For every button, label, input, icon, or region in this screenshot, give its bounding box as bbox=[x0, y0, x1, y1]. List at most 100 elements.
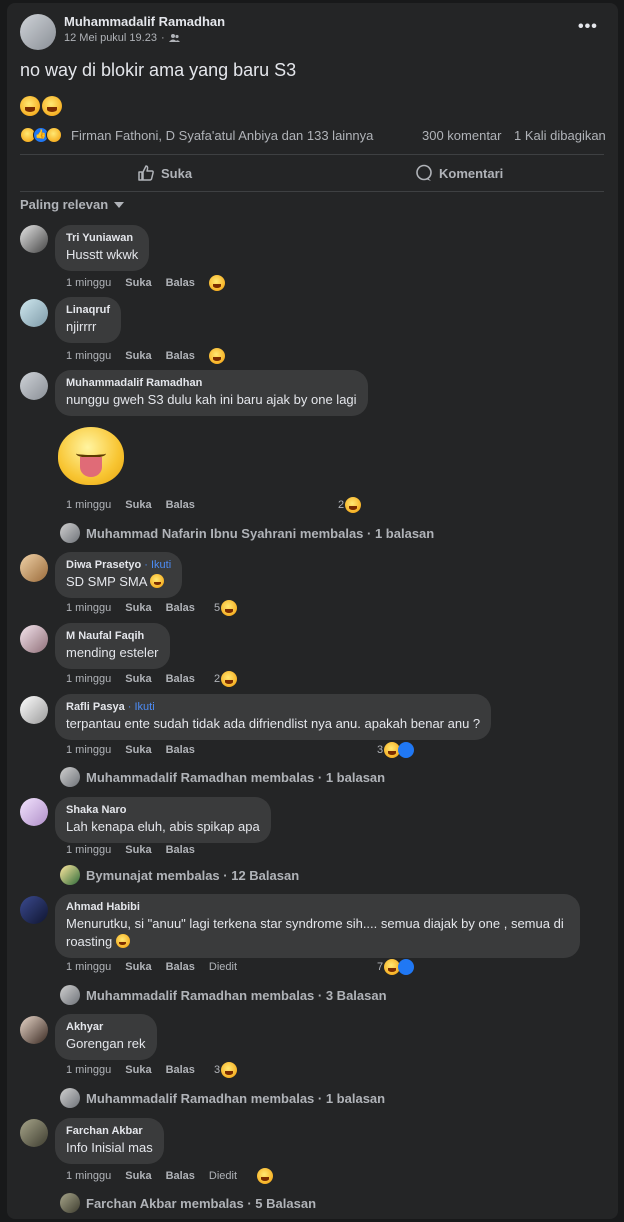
comment-like-button[interactable]: Suka bbox=[125, 1064, 151, 1076]
comment-time[interactable]: 1 minggu bbox=[66, 277, 111, 289]
commenter-avatar[interactable] bbox=[20, 1119, 48, 1147]
follow-link[interactable]: · Ikuti bbox=[125, 701, 155, 713]
haha-reaction-icon[interactable] bbox=[208, 348, 225, 364]
comment-reply-button[interactable]: Balas bbox=[166, 277, 195, 289]
commenter-avatar[interactable] bbox=[20, 798, 48, 826]
comment-reply-button[interactable]: Balas bbox=[166, 1170, 195, 1182]
comment-like-button[interactable]: Suka bbox=[125, 350, 151, 362]
commenter-avatar[interactable] bbox=[20, 1016, 48, 1044]
comment-time[interactable]: 1 minggu bbox=[66, 1064, 111, 1076]
comment-like-button[interactable]: Suka bbox=[125, 673, 151, 685]
comment-time[interactable]: 1 minggu bbox=[66, 1170, 111, 1182]
haha-reaction-icon[interactable] bbox=[257, 1168, 274, 1184]
replier-avatar bbox=[60, 1088, 80, 1108]
haha-reaction-icon[interactable] bbox=[208, 275, 225, 291]
view-replies-link[interactable]: Bymunajat membalas · 12 Balasan bbox=[60, 865, 299, 885]
view-replies-link[interactable]: Muhammadalif Ramadhan membalas · 1 balas… bbox=[60, 1088, 385, 1108]
comment-time[interactable]: 1 minggu bbox=[66, 602, 111, 614]
like-button[interactable]: Suka bbox=[137, 164, 192, 182]
rofl-emoji-icon bbox=[20, 96, 40, 116]
comment-like-button[interactable]: Suka bbox=[125, 1170, 151, 1182]
commenter-avatar[interactable] bbox=[20, 225, 48, 253]
commenter-name[interactable]: Farchan Akbar bbox=[66, 1125, 153, 1137]
view-replies-link[interactable]: Muhammad Nafarin Ibnu Syahrani membalas … bbox=[60, 523, 434, 543]
comment-reactions[interactable]: 3 bbox=[377, 742, 415, 758]
comment-reply-button[interactable]: Balas bbox=[166, 350, 195, 362]
comment-button[interactable]: Komentari bbox=[415, 164, 503, 182]
commenter-name[interactable]: Muhammadalif Ramadhan bbox=[66, 377, 357, 389]
commenter-avatar[interactable] bbox=[20, 696, 48, 724]
reactions-summary[interactable]: Firman Fathoni, D Syafa'atul Anbiya dan … bbox=[71, 128, 373, 143]
reaction-icons[interactable]: 👍 bbox=[20, 127, 72, 145]
comment-reactions[interactable]: 5 bbox=[214, 600, 238, 616]
comment-reply-button[interactable]: Balas bbox=[166, 844, 195, 856]
comment-time[interactable]: 1 minggu bbox=[66, 673, 111, 685]
comment-actions: 1 minggu Suka Balas bbox=[66, 1064, 195, 1076]
sort-dropdown[interactable]: Paling relevan bbox=[20, 197, 125, 212]
commenter-avatar[interactable] bbox=[20, 299, 48, 327]
comments-count[interactable]: 300 komentar bbox=[422, 128, 502, 143]
post-meta: 12 Mei pukul 19.23 · bbox=[64, 32, 180, 44]
view-replies-link[interactable]: Farchan Akbar membalas · 5 Balasan bbox=[60, 1193, 316, 1213]
comment-reactions[interactable]: 2 bbox=[214, 671, 238, 687]
comment-text: Lah kenapa eluh, abis spikap apa bbox=[66, 819, 260, 834]
comment-bubble: Tri Yuniawan Husstt wkwk bbox=[55, 225, 150, 271]
author-name[interactable]: Muhammadalif Ramadhan bbox=[64, 14, 225, 29]
comment-text: Husstt wkwk bbox=[66, 247, 139, 262]
commenter-name[interactable]: Ahmad Habibi bbox=[66, 901, 569, 913]
commenter-name[interactable]: Tri Yuniawan bbox=[66, 232, 138, 244]
commenter-name[interactable]: Shaka Naro bbox=[66, 804, 260, 816]
comment-reactions[interactable]: 3 bbox=[214, 1062, 238, 1078]
commenter-name[interactable]: Rafli Pasya bbox=[66, 701, 125, 713]
comment-bubble: Shaka Naro Lah kenapa eluh, abis spikap … bbox=[55, 797, 271, 843]
comment-like-button[interactable]: Suka bbox=[125, 744, 151, 756]
comment-time[interactable]: 1 minggu bbox=[66, 350, 111, 362]
replier-avatar bbox=[60, 1193, 80, 1213]
shares-count[interactable]: 1 Kali dibagikan bbox=[514, 128, 606, 143]
comment-label: Komentari bbox=[439, 165, 504, 181]
commenter-name[interactable]: Akhyar bbox=[66, 1021, 146, 1033]
comment-like-button[interactable]: Suka bbox=[125, 499, 151, 511]
commenter-name[interactable]: M Naufal Faqih bbox=[66, 630, 159, 642]
comment-like-button[interactable]: Suka bbox=[125, 277, 151, 289]
commenter-avatar[interactable] bbox=[20, 372, 48, 400]
comment-time[interactable]: 1 minggu bbox=[66, 744, 111, 756]
commenter-avatar[interactable] bbox=[20, 625, 48, 653]
follow-link[interactable]: · Ikuti bbox=[141, 559, 171, 571]
author-avatar[interactable] bbox=[20, 14, 56, 50]
comment-like-button[interactable]: Suka bbox=[125, 844, 151, 856]
commenter-avatar[interactable] bbox=[20, 896, 48, 924]
more-options-icon[interactable]: ••• bbox=[578, 18, 598, 36]
haha-reaction-icon bbox=[221, 600, 238, 616]
comment-reply-button[interactable]: Balas bbox=[166, 961, 195, 973]
commenter-avatar[interactable] bbox=[20, 554, 48, 582]
edited-label: Diedit bbox=[208, 961, 238, 973]
comment-reply-button[interactable]: Balas bbox=[166, 1064, 195, 1076]
reaction-count: 2 bbox=[338, 499, 345, 511]
comment-reactions[interactable]: 2 bbox=[338, 497, 362, 513]
comment-reply-button[interactable]: Balas bbox=[166, 744, 195, 756]
view-replies-link[interactable]: Muhammadalif Ramadhan membalas · 3 Balas… bbox=[60, 985, 387, 1005]
view-replies-link[interactable]: Muhammadalif Ramadhan membalas · 1 balas… bbox=[60, 767, 385, 787]
thumbs-up-icon bbox=[138, 165, 154, 181]
commenter-name[interactable]: Diwa Prasetyo bbox=[66, 559, 141, 571]
replies-text: Muhammad Nafarin Ibnu Syahrani membalas … bbox=[86, 525, 435, 541]
wow-reaction-icon bbox=[46, 127, 62, 143]
comment-bubble: Ahmad Habibi Menurutku, si "anuu" lagi t… bbox=[55, 894, 580, 958]
comment-time[interactable]: 1 minggu bbox=[66, 499, 111, 511]
comment-time[interactable]: 1 minggu bbox=[66, 961, 111, 973]
reaction-count: 2 bbox=[214, 673, 221, 685]
comment-like-button[interactable]: Suka bbox=[125, 602, 151, 614]
smiling-emoji-icon bbox=[150, 574, 165, 588]
comment-text: mending esteler bbox=[66, 645, 159, 660]
comment-time[interactable]: 1 minggu bbox=[66, 844, 111, 856]
commenter-name[interactable]: Linaqruf bbox=[66, 304, 110, 316]
haha-reaction-icon bbox=[221, 671, 238, 687]
comment-reply-button[interactable]: Balas bbox=[166, 673, 195, 685]
comment-reply-button[interactable]: Balas bbox=[166, 602, 195, 614]
post-timestamp[interactable]: 12 Mei pukul 19.23 bbox=[64, 32, 157, 44]
comment-reactions[interactable]: 7 bbox=[377, 959, 415, 975]
post-emoji-row bbox=[20, 96, 62, 116]
comment-reply-button[interactable]: Balas bbox=[166, 499, 195, 511]
comment-like-button[interactable]: Suka bbox=[125, 961, 151, 973]
